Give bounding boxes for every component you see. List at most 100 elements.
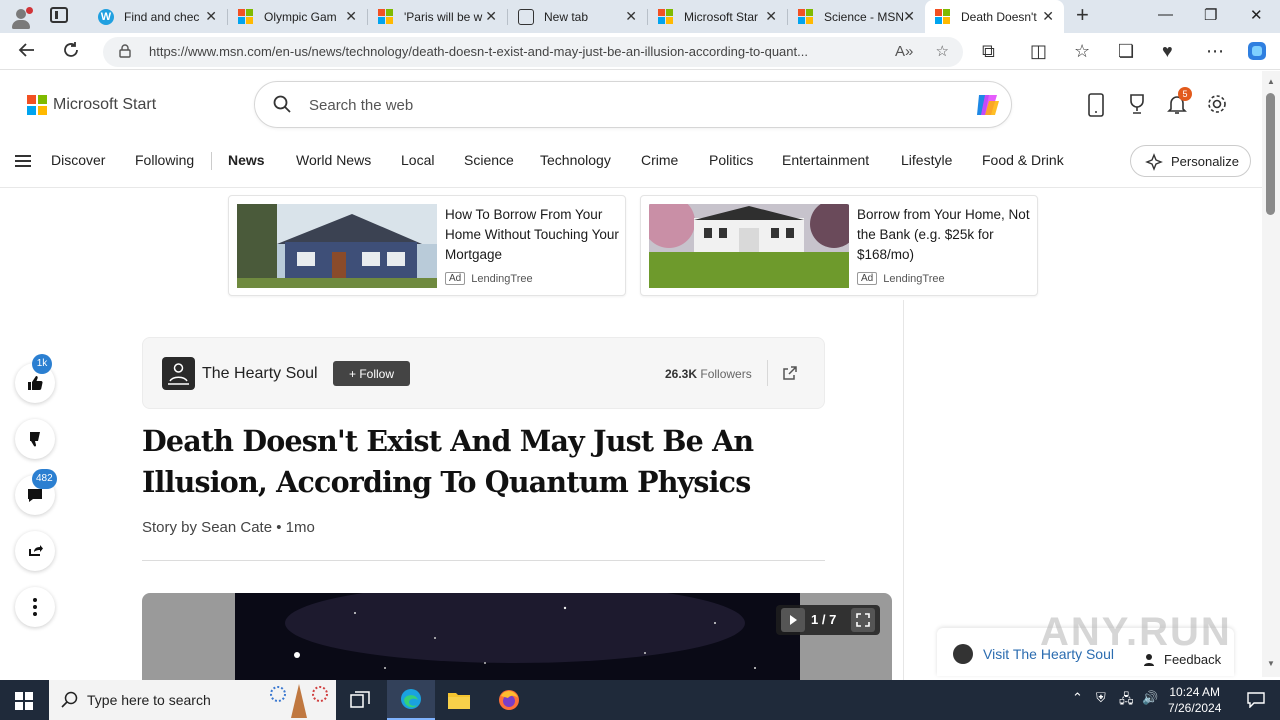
- nav-lifestyle[interactable]: Lifestyle: [901, 152, 952, 168]
- url-text[interactable]: https://www.msn.com/en-us/news/technolog…: [149, 44, 939, 59]
- column-divider: [903, 300, 904, 680]
- new-tab-button[interactable]: +: [1076, 2, 1089, 28]
- nav-politics[interactable]: Politics: [709, 152, 753, 168]
- nav-entertainment[interactable]: Entertainment: [782, 152, 869, 168]
- volume-icon[interactable]: 🔊: [1142, 690, 1158, 706]
- search-box[interactable]: [254, 81, 1012, 128]
- follow-button[interactable]: + Follow: [333, 361, 410, 386]
- fullscreen-icon[interactable]: [851, 608, 875, 632]
- thumbs-down-icon: [30, 432, 40, 447]
- publisher-card: The Hearty Soul + Follow 26.3K Followers: [142, 337, 825, 409]
- ad-image-house[interactable]: [237, 204, 437, 288]
- nav-technology[interactable]: Technology: [540, 152, 611, 168]
- hamburger-menu-icon[interactable]: [15, 155, 31, 167]
- close-tab-icon[interactable]: ✕: [205, 8, 217, 25]
- publisher-name[interactable]: The Hearty Soul: [202, 365, 318, 383]
- dislike-button[interactable]: [15, 419, 55, 459]
- personalize-button[interactable]: Personalize: [1130, 145, 1251, 177]
- search-icon[interactable]: [273, 95, 291, 113]
- scroll-thumb[interactable]: [1266, 93, 1275, 215]
- close-tab-icon[interactable]: ✕: [625, 8, 637, 25]
- more-menu-icon[interactable]: ⋯: [1206, 41, 1224, 62]
- scroll-up-arrow-icon[interactable]: ▲: [1267, 77, 1275, 86]
- browser-tab-active[interactable]: Death Doesn't ✕: [925, 0, 1064, 33]
- ad-label: Ad: [857, 272, 878, 285]
- play-slideshow-icon[interactable]: [781, 608, 805, 632]
- notifications-icon[interactable]: 5: [1166, 87, 1192, 120]
- firefox-icon[interactable]: [485, 680, 533, 720]
- search-highlight-eiffel-icon[interactable]: [264, 682, 334, 718]
- msn-icon: [658, 8, 674, 25]
- collections-icon[interactable]: ❏: [1118, 41, 1134, 62]
- more-options-button[interactable]: [15, 587, 55, 627]
- nav-food-drink[interactable]: Food & Drink: [982, 152, 1064, 168]
- close-tab-icon[interactable]: ✕: [485, 8, 497, 25]
- windows-start-icon[interactable]: [15, 692, 33, 710]
- ad-image-mansion[interactable]: [649, 204, 849, 288]
- read-aloud-icon[interactable]: A»: [895, 43, 913, 60]
- nav-world-news[interactable]: World News: [296, 152, 371, 168]
- restore-icon[interactable]: ❐: [1204, 6, 1217, 24]
- nav-following[interactable]: Following: [135, 152, 194, 168]
- profile-icon[interactable]: [8, 4, 34, 30]
- security-tray-icon[interactable]: ⛨: [1096, 690, 1106, 706]
- back-icon[interactable]: [18, 41, 36, 64]
- browser-tab[interactable]: 'Paris will be w ✕: [368, 0, 507, 33]
- share-button[interactable]: [15, 531, 55, 571]
- close-tab-icon[interactable]: ✕: [765, 8, 777, 25]
- address-bar[interactable]: https://www.msn.com/en-us/news/technolog…: [103, 37, 963, 67]
- nav-science[interactable]: Science: [464, 152, 514, 168]
- nav-crime[interactable]: Crime: [641, 152, 678, 168]
- external-link-icon[interactable]: [782, 365, 798, 381]
- copilot-icon[interactable]: [971, 89, 1003, 121]
- nav-discover[interactable]: Discover: [51, 152, 105, 168]
- mobile-app-icon[interactable]: [1087, 93, 1105, 122]
- rewards-icon[interactable]: [1126, 93, 1148, 120]
- favorite-star-icon[interactable]: ☆: [936, 43, 949, 60]
- taskbar-search-box[interactable]: Type here to search: [49, 680, 336, 720]
- tab-actions-icon[interactable]: [50, 7, 68, 23]
- file-explorer-icon[interactable]: [435, 680, 483, 720]
- favorites-icon[interactable]: ☆: [1074, 41, 1090, 62]
- close-tab-icon[interactable]: ✕: [1042, 8, 1054, 25]
- search-input[interactable]: [309, 92, 949, 118]
- nav-news[interactable]: News: [228, 152, 265, 168]
- system-clock[interactable]: 10:24 AM 7/26/2024: [1168, 684, 1221, 716]
- msn-header: Microsoft Start 5: [0, 71, 1262, 139]
- ad-title[interactable]: Borrow from Your Home, Not the Bank (e.g…: [857, 205, 1033, 265]
- extensions-icon[interactable]: ⧉: [982, 41, 995, 62]
- show-hidden-icons[interactable]: ⌃: [1072, 690, 1083, 706]
- settings-gear-icon[interactable]: [1206, 93, 1228, 120]
- publisher-divider: [767, 360, 768, 386]
- microsoft-start-logo[interactable]: Microsoft Start: [27, 95, 156, 115]
- gallery-image-space[interactable]: [235, 593, 800, 683]
- close-tab-icon[interactable]: ✕: [345, 8, 357, 25]
- ad-card[interactable]: Borrow from Your Home, Not the Bank (e.g…: [640, 195, 1038, 296]
- page-scrollbar[interactable]: ▲ ▼: [1262, 71, 1280, 677]
- network-icon[interactable]: 🖧: [1119, 690, 1134, 712]
- msn-icon: [935, 8, 951, 25]
- lock-icon[interactable]: [119, 44, 131, 58]
- edge-taskbar-icon[interactable]: [387, 680, 435, 720]
- browser-tab[interactable]: Science - MSN ✕: [788, 0, 925, 33]
- close-window-icon[interactable]: ✕: [1250, 6, 1263, 24]
- task-view-icon[interactable]: [336, 680, 384, 720]
- ad-title[interactable]: How To Borrow From Your Home Without Tou…: [445, 205, 621, 265]
- browser-tab[interactable]: New tab ✕: [508, 0, 647, 33]
- article-headline: Death Doesn't Exist And May Just Be An I…: [142, 424, 754, 499]
- browser-tab[interactable]: Microsoft Star ✕: [648, 0, 787, 33]
- notification-center-icon[interactable]: [1232, 680, 1280, 720]
- browser-tab[interactable]: Olympic Gam ✕: [228, 0, 367, 33]
- msn-icon: [378, 8, 394, 25]
- browser-tab[interactable]: W Find and chec ✕: [88, 0, 227, 33]
- refresh-icon[interactable]: [62, 41, 80, 64]
- copilot-sidebar-icon[interactable]: [1246, 40, 1268, 67]
- minimize-icon[interactable]: —: [1158, 6, 1173, 23]
- scroll-down-arrow-icon[interactable]: ▼: [1267, 659, 1275, 668]
- performance-icon[interactable]: ♥: [1162, 41, 1173, 62]
- nav-local[interactable]: Local: [401, 152, 434, 168]
- ad-card[interactable]: How To Borrow From Your Home Without Tou…: [228, 195, 626, 296]
- split-screen-icon[interactable]: ◫: [1030, 41, 1047, 62]
- publisher-logo-icon[interactable]: [162, 357, 195, 390]
- close-tab-icon[interactable]: ✕: [903, 8, 915, 25]
